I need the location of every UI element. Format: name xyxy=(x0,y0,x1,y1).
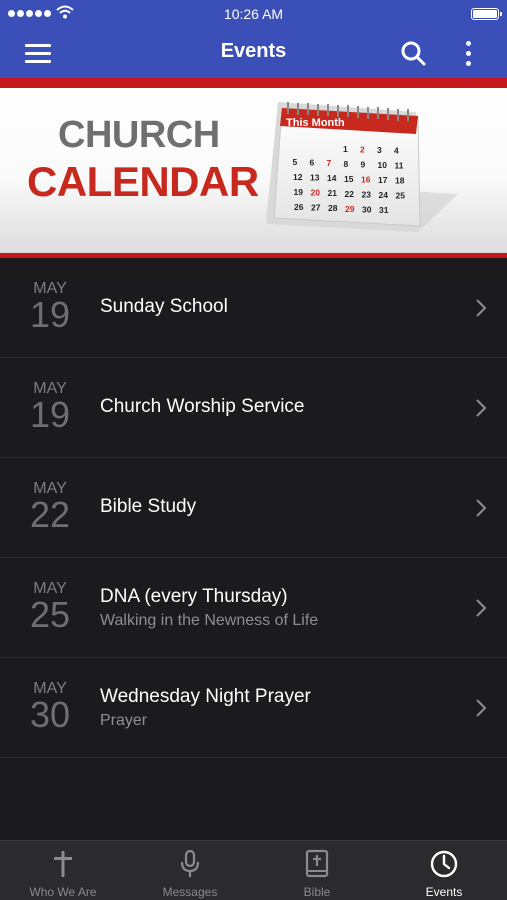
page-title: Events xyxy=(220,40,287,62)
navigation-bar: Events xyxy=(0,28,507,78)
calendar-day-number: 14 xyxy=(327,173,337,183)
chevron-right-icon xyxy=(476,599,487,617)
events-list: MAY 19 Sunday School MAY 19 Church Worsh… xyxy=(0,258,507,758)
calendar-day-number: 16 xyxy=(361,174,371,184)
event-row-wednesday-prayer[interactable]: MAY 30 Wednesday Night Prayer Prayer xyxy=(0,658,507,758)
church-calendar-banner: CHURCH CALENDAR This Month 1 2 3 4 5 6 7 8 9 10 11… xyxy=(0,88,507,253)
status-bar: 10:26 AM xyxy=(0,0,507,28)
tab-label: Events xyxy=(425,885,463,899)
calendar-day-number: 31 xyxy=(379,205,389,215)
calendar-day-number: 29 xyxy=(345,204,355,214)
calendar-day-number: 12 xyxy=(293,172,303,182)
calendar-day-number: 20 xyxy=(311,188,321,198)
calendar-day-number: 11 xyxy=(395,161,404,171)
clock-icon xyxy=(430,850,458,878)
event-day: 22 xyxy=(29,494,71,535)
banner-title-line2: CALENDAR xyxy=(27,158,259,205)
tab-label: Messages xyxy=(162,885,218,899)
calendar-day-number: 27 xyxy=(311,203,321,213)
tab-who-we-are[interactable]: Who We Are xyxy=(0,841,126,900)
event-row-worship-service[interactable]: MAY 19 Church Worship Service xyxy=(0,358,507,458)
event-day: 19 xyxy=(29,294,71,335)
tab-events[interactable]: Events xyxy=(381,841,507,900)
calendar-day-number: 25 xyxy=(396,191,406,201)
chevron-right-icon xyxy=(476,499,487,517)
calendar-day-number: 18 xyxy=(395,176,405,186)
calendar-day-number: 1 xyxy=(343,144,348,154)
event-day: 19 xyxy=(29,394,71,435)
calendar-day-number: 3 xyxy=(377,145,382,155)
banner-title-line1: CHURCH xyxy=(58,114,220,156)
tab-bible[interactable]: Bible xyxy=(254,841,380,900)
calendar-day-number: 22 xyxy=(345,189,355,199)
calendar-day-number: 15 xyxy=(344,174,354,184)
calendar-day-number: 10 xyxy=(378,160,388,170)
calendar-day-number: 2 xyxy=(360,144,365,154)
event-title: DNA (every Thursday) xyxy=(100,586,288,607)
calendar-day-number: 13 xyxy=(310,173,320,183)
desk-calendar-illustration: This Month 1 2 3 45 6 7 8 9 10 1112 13 14 15 16 17 1819… xyxy=(266,102,458,232)
calendar-day-number: 9 xyxy=(361,159,366,169)
tab-label: Who We Are xyxy=(29,885,97,899)
event-row-dna[interactable]: MAY 25 DNA (every Thursday) Walking in t… xyxy=(0,558,507,658)
event-title: Bible Study xyxy=(100,496,197,517)
calendar-day-number: 7 xyxy=(327,158,332,168)
calendar-day-number: 26 xyxy=(294,202,304,212)
microphone-icon xyxy=(180,849,200,877)
calendar-day-number: 6 xyxy=(310,158,315,168)
tab-label: Bible xyxy=(303,885,331,899)
event-subtitle: Prayer xyxy=(100,712,148,729)
chevron-right-icon xyxy=(476,699,487,717)
calendar-day-number: 24 xyxy=(379,190,389,200)
tab-bar: Who We Are Messages Bible Events xyxy=(0,840,507,900)
bible-icon xyxy=(305,849,329,878)
calendar-day-number: 23 xyxy=(362,189,372,199)
calendar-day-number: 8 xyxy=(344,159,349,169)
event-day: 30 xyxy=(29,694,71,735)
event-subtitle: Walking in the Newness of Life xyxy=(100,612,319,629)
cross-icon xyxy=(54,851,72,877)
calendar-day-number: 21 xyxy=(328,188,338,198)
calendar-day-number: 19 xyxy=(294,187,304,197)
battery-icon xyxy=(471,8,502,20)
status-time: 10:26 AM xyxy=(223,6,284,22)
event-row-bible-study[interactable]: MAY 22 Bible Study xyxy=(0,458,507,558)
chevron-right-icon xyxy=(476,399,487,417)
calendar-day-number: 4 xyxy=(394,146,399,156)
tab-messages[interactable]: Messages xyxy=(127,841,253,900)
calendar-day-number: 5 xyxy=(293,157,298,167)
search-button[interactable] xyxy=(398,38,430,70)
event-day: 25 xyxy=(29,594,71,635)
search-icon xyxy=(401,41,426,66)
header-divider xyxy=(0,78,507,88)
chevron-right-icon xyxy=(476,299,487,317)
event-title: Sunday School xyxy=(100,296,228,317)
calendar-header-text: This Month xyxy=(286,117,345,129)
event-title: Church Worship Service xyxy=(100,396,305,417)
calendar-day-number: 30 xyxy=(362,204,372,214)
event-title: Wednesday Night Prayer xyxy=(100,686,311,707)
event-row-sunday-school[interactable]: MAY 19 Sunday School xyxy=(0,258,507,358)
more-options-button[interactable] xyxy=(456,38,480,70)
calendar-day-number: 28 xyxy=(328,203,338,213)
calendar-day-number: 17 xyxy=(378,175,388,185)
